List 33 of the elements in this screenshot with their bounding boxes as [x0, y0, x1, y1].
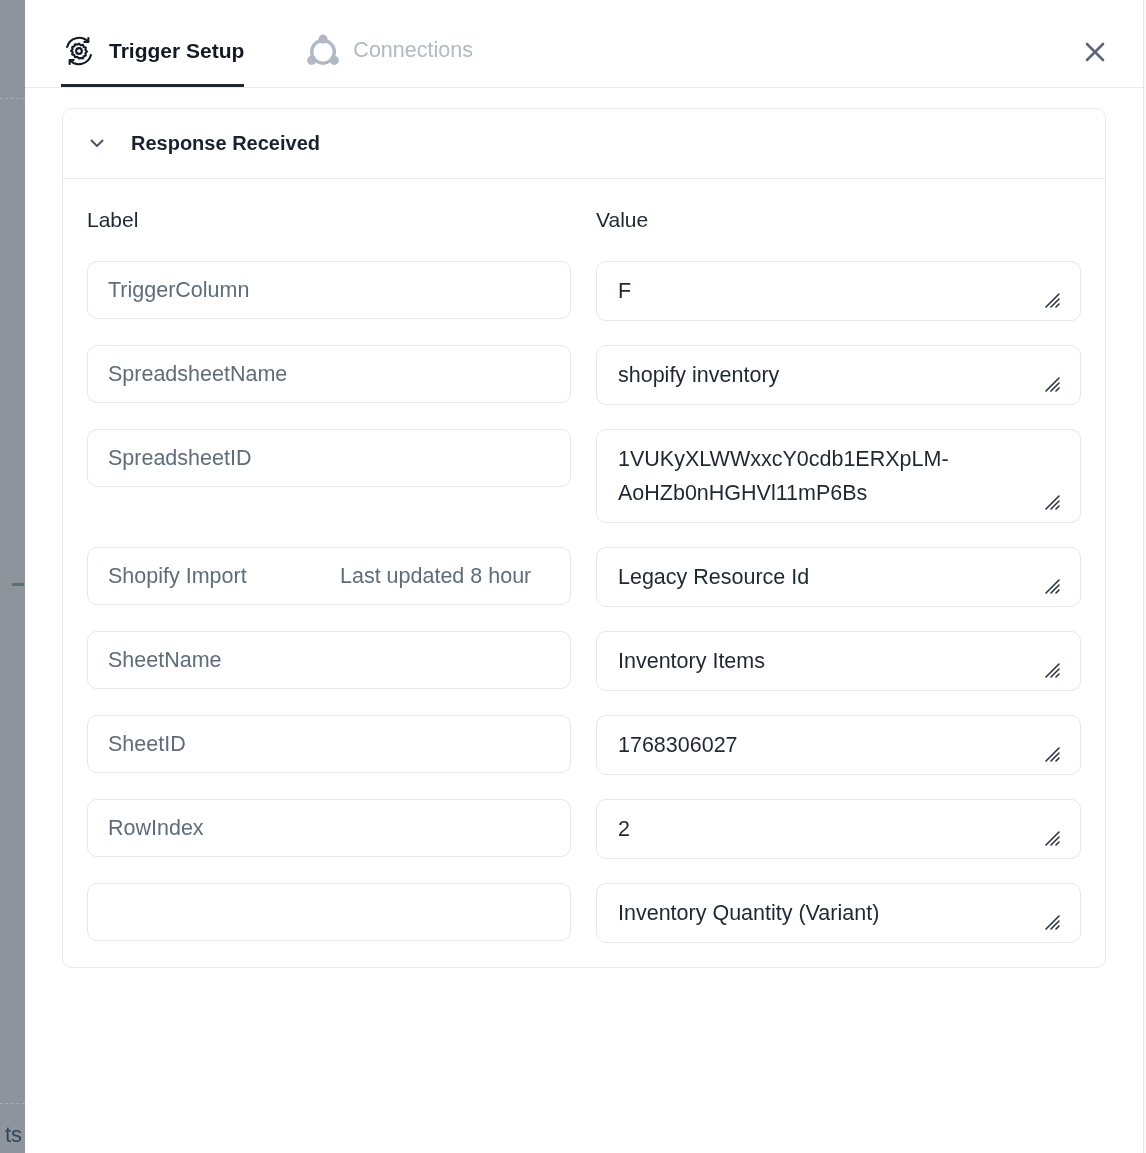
resize-handle-icon [1045, 377, 1060, 392]
value-field[interactable]: Legacy Resource Id [596, 547, 1081, 607]
value-field[interactable]: 2 [596, 799, 1081, 859]
section-header[interactable]: Response Received [63, 109, 1105, 179]
resize-handle-icon [1045, 293, 1060, 308]
close-icon [1085, 42, 1105, 62]
label-field[interactable] [87, 883, 571, 941]
value-field[interactable]: 1VUKyXLWWxxcY0cdb1ERXpLM-AoHZb0nHGHVl11mP6Bs [596, 429, 1081, 523]
dash-icon [12, 583, 24, 586]
node-ring-icon [306, 33, 341, 68]
resize-handle-icon [1045, 747, 1060, 762]
resize-handle-icon [1045, 663, 1060, 678]
resize-handle-icon [1045, 579, 1060, 594]
background-text: ts [4, 1122, 22, 1148]
value-field[interactable]: shopify inventory [596, 345, 1081, 405]
last-updated-note: Last updated 8 hour [340, 563, 532, 590]
column-heading: Label [87, 207, 140, 233]
column-heading: Value [596, 207, 650, 233]
label-field[interactable]: SheetName [87, 631, 571, 689]
value-field[interactable]: F [596, 261, 1081, 321]
label-field[interactable]: SheetID [87, 715, 571, 773]
resize-handle-icon [1045, 495, 1060, 510]
resize-handle-icon [1045, 915, 1060, 930]
value-field[interactable]: Inventory Quantity (Variant) [596, 883, 1081, 943]
label-field[interactable]: Shopify Import Last updated 8 hour [87, 547, 571, 605]
label-field[interactable]: SpreadsheetID [87, 429, 571, 487]
value-field[interactable]: 1768306027 [596, 715, 1081, 775]
label-field[interactable]: RowIndex [87, 799, 571, 857]
resize-handle-icon [1045, 831, 1060, 846]
label-field[interactable]: SpreadsheetName [87, 345, 571, 403]
value-field[interactable]: Inventory Items [596, 631, 1081, 691]
label-field[interactable]: TriggerColumn [87, 261, 571, 319]
tab[interactable]: Trigger Setup [61, 17, 245, 87]
